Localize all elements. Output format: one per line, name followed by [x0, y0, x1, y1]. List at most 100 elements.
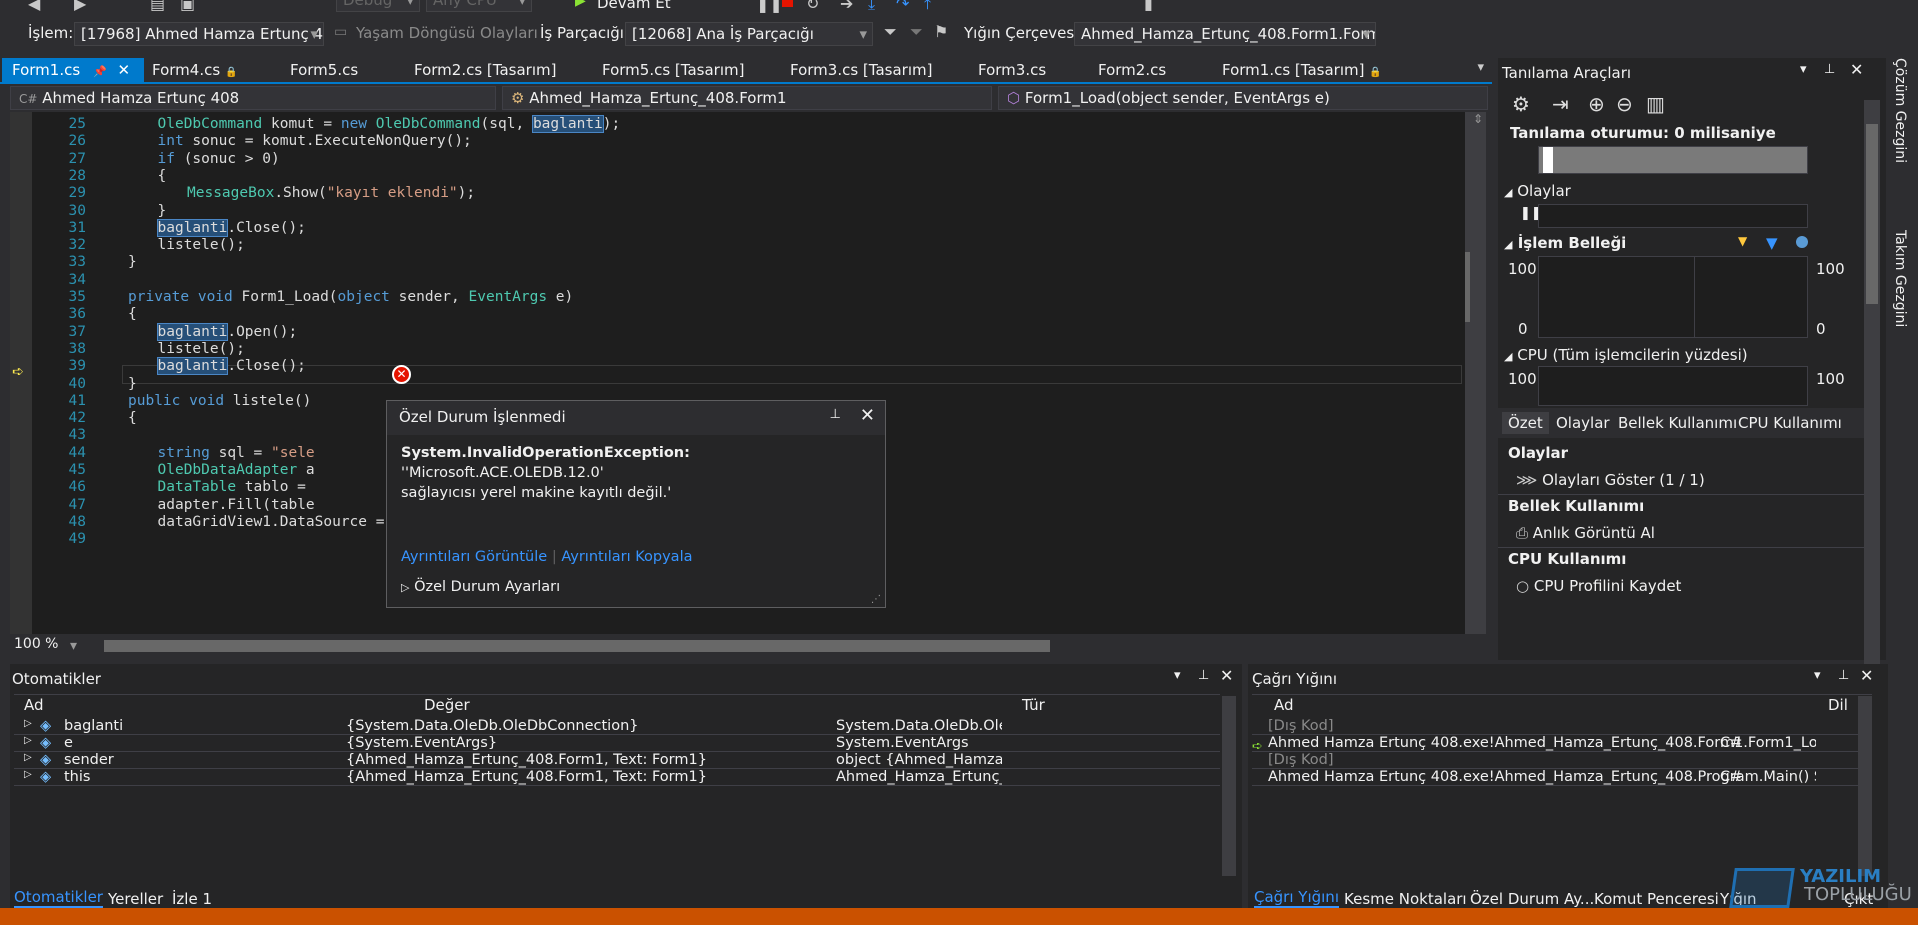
zoom-in-icon[interactable]: ⊕	[1588, 92, 1605, 116]
variable-type[interactable]: Ahmed_Hamza_Ertunç_408....	[836, 769, 1002, 790]
tab-form4-cs[interactable]: Form4.cs 🔒	[142, 58, 247, 82]
view-details-link[interactable]: Ayrıntıları Görüntüle	[401, 549, 547, 565]
pin-icon[interactable]: 📌	[93, 65, 107, 78]
close-icon[interactable]: ✕	[117, 61, 130, 79]
process-dropdown[interactable]: [17968] Ahmed Hamza Ertunç 408	[74, 22, 324, 46]
tab-breakpoints[interactable]: Kesme Noktaları	[1344, 890, 1467, 908]
code-line[interactable]: if (sonuc > 0)	[158, 149, 280, 170]
column-header-type[interactable]: Tür	[1022, 696, 1045, 718]
tab-autos[interactable]: Otomatikler	[14, 888, 103, 908]
restart-icon[interactable]: ↻	[806, 0, 819, 13]
record-cpu-profile-button[interactable]: ○ CPU Profilini Kaydet	[1516, 577, 1681, 595]
code-line[interactable]: private void Form1_Load(object sender, E…	[128, 287, 573, 308]
memory-graph[interactable]	[1538, 256, 1808, 338]
panel-menu-icon[interactable]: ▾	[1814, 668, 1821, 683]
step-out-icon[interactable]: ⤒	[924, 0, 931, 14]
pin-icon[interactable]: ⊥	[1838, 668, 1849, 683]
code-line[interactable]: public void listele()	[128, 391, 311, 412]
chart-icon[interactable]: ▥	[1646, 92, 1665, 116]
stack-frame-dropdown[interactable]: Ahmed_Hamza_Ertunç_408.Form1.Form1_	[1074, 22, 1376, 46]
step-into-icon[interactable]: ⤓	[868, 0, 875, 14]
tab-form3-design[interactable]: Form3.cs [Tasarım]	[780, 58, 942, 82]
flag-threads-icon[interactable]: ⚑	[934, 22, 948, 41]
resize-grip-icon[interactable]: ⋰	[871, 594, 881, 605]
member-dropdown[interactable]: ⬡ Form1_Load(object sender, EventArgs e)	[998, 86, 1488, 110]
code-line[interactable]: {	[128, 408, 137, 429]
show-next-statement-icon[interactable]: ➔	[840, 0, 853, 13]
show-events-link[interactable]: ⋙ Olayları Göster (1 / 1)	[1516, 471, 1705, 489]
tab-cpu-usage[interactable]: CPU Kullanımı	[1738, 414, 1842, 432]
expand-arrow-icon[interactable]: ▷	[24, 769, 32, 790]
horizontal-scrollbar-thumb[interactable]	[104, 640, 1050, 652]
error-icon[interactable]: ✕	[392, 365, 411, 384]
variable-value[interactable]: {Ahmed_Hamza_Ertunç_408.Form1, Text: For…	[346, 769, 826, 790]
zoom-out-icon[interactable]: ⊖	[1616, 92, 1633, 116]
team-explorer-tab[interactable]: Takım Gezgini	[1892, 230, 1908, 327]
zoom-dropdown[interactable]: 100 %	[10, 636, 82, 656]
pin-icon[interactable]: ⊥	[830, 407, 841, 422]
tab-memory-usage[interactable]: Bellek Kullanımı	[1618, 414, 1737, 432]
tab-form1-design[interactable]: Form1.cs [Tasarım] 🔒	[1212, 58, 1392, 82]
lifecycle-icon[interactable]: ▭	[334, 24, 347, 40]
tab-form2-design[interactable]: Form2.cs [Tasarım]	[404, 58, 566, 82]
bookmark-icon[interactable]: ▮	[1144, 0, 1153, 13]
settings-gear-icon[interactable]: ⚙	[1512, 92, 1530, 116]
forward-icon[interactable]: ▶	[74, 0, 86, 13]
continue-label[interactable]: Devam Et	[597, 0, 671, 12]
code-line[interactable]: }	[128, 252, 137, 273]
code-line[interactable]: MessageBox.Show("kayıt eklendi");	[187, 183, 475, 204]
column-header-name[interactable]: Ad	[24, 696, 44, 718]
platform-dropdown[interactable]: Any CPU	[426, 0, 532, 12]
lifecycle-events-label[interactable]: Yaşam Döngüsü Olayları	[356, 24, 538, 42]
close-icon[interactable]: ✕	[1220, 666, 1233, 685]
close-icon[interactable]: ✕	[860, 405, 875, 426]
code-line[interactable]: {	[128, 304, 137, 325]
events-track[interactable]	[1538, 204, 1808, 228]
close-icon[interactable]: ✕	[1860, 666, 1873, 685]
code-line[interactable]: {	[158, 166, 167, 187]
code-line[interactable]: listele();	[158, 235, 245, 256]
autos-scrollbar[interactable]	[1222, 696, 1236, 876]
panel-menu-icon[interactable]: ▾	[1174, 668, 1181, 683]
exception-settings-toggle[interactable]: ▷ Özel Durum Ayarları	[401, 579, 560, 595]
step-over-icon[interactable]: ↷	[896, 0, 909, 13]
column-header-value[interactable]: Değer	[424, 696, 470, 718]
copy-details-link[interactable]: Ayrıntıları Kopyala	[561, 549, 692, 565]
timeline-selector[interactable]	[1543, 147, 1553, 173]
scroll-marker-bar[interactable]: ⇕	[1470, 112, 1486, 634]
tab-form1-cs[interactable]: Form1.cs 📌 ✕	[2, 58, 144, 82]
tab-call-stack[interactable]: Çağrı Yığını	[1254, 888, 1339, 908]
close-icon[interactable]: ✕	[1850, 60, 1863, 79]
pause-icon[interactable]: ❚❚	[756, 0, 783, 13]
tab-command-window[interactable]: Komut Penceresi	[1594, 890, 1719, 908]
tab-form5-design[interactable]: Form5.cs [Tasarım]	[592, 58, 754, 82]
project-dropdown[interactable]: C# Ahmed Hamza Ertunç 408	[10, 86, 496, 110]
class-dropdown[interactable]: ⚙ Ahmed_Hamza_Ertunç_408.Form1	[502, 86, 992, 110]
cpu-graph[interactable]	[1538, 366, 1808, 406]
thread-dropdown[interactable]: [12068] Ana İş Parçacığı	[625, 22, 873, 46]
export-icon[interactable]: ⇥	[1552, 92, 1569, 116]
diagnostics-scrollbar-thumb[interactable]	[1866, 124, 1878, 304]
column-header-language[interactable]: Dil	[1828, 696, 1848, 718]
filter-clear-icon[interactable]: ⏷	[910, 22, 923, 42]
tab-form2-cs[interactable]: Form2.cs	[1088, 58, 1176, 82]
open-file-icon[interactable]: ▤	[150, 0, 165, 13]
timeline-ruler[interactable]	[1538, 146, 1808, 174]
tab-form3-cs[interactable]: Form3.cs	[968, 58, 1056, 82]
tab-list-icon[interactable]: ▾	[1477, 60, 1484, 75]
diagnostics-scrollbar[interactable]	[1864, 100, 1880, 680]
take-snapshot-button[interactable]: ⎙ Anlık Görüntü Al	[1516, 524, 1655, 542]
callstack-scrollbar[interactable]	[1858, 696, 1872, 876]
tab-watch-1[interactable]: İzle 1	[172, 890, 212, 908]
pin-icon[interactable]: ⊥	[1198, 668, 1209, 683]
tab-summary[interactable]: Özet	[1502, 412, 1549, 434]
tab-exception-settings[interactable]: Özel Durum Ay...	[1470, 890, 1594, 908]
code-line[interactable]: baglanti.Close();	[156, 356, 306, 377]
config-dropdown[interactable]: Debug	[336, 0, 420, 12]
tab-form5-cs[interactable]: Form5.cs	[280, 58, 368, 82]
save-icon[interactable]: ▣	[180, 0, 195, 13]
pin-icon[interactable]: ⊥	[1824, 62, 1835, 77]
column-header-name[interactable]: Ad	[1274, 696, 1294, 718]
back-icon[interactable]: ◀	[28, 0, 40, 13]
tab-events[interactable]: Olaylar	[1556, 414, 1610, 432]
